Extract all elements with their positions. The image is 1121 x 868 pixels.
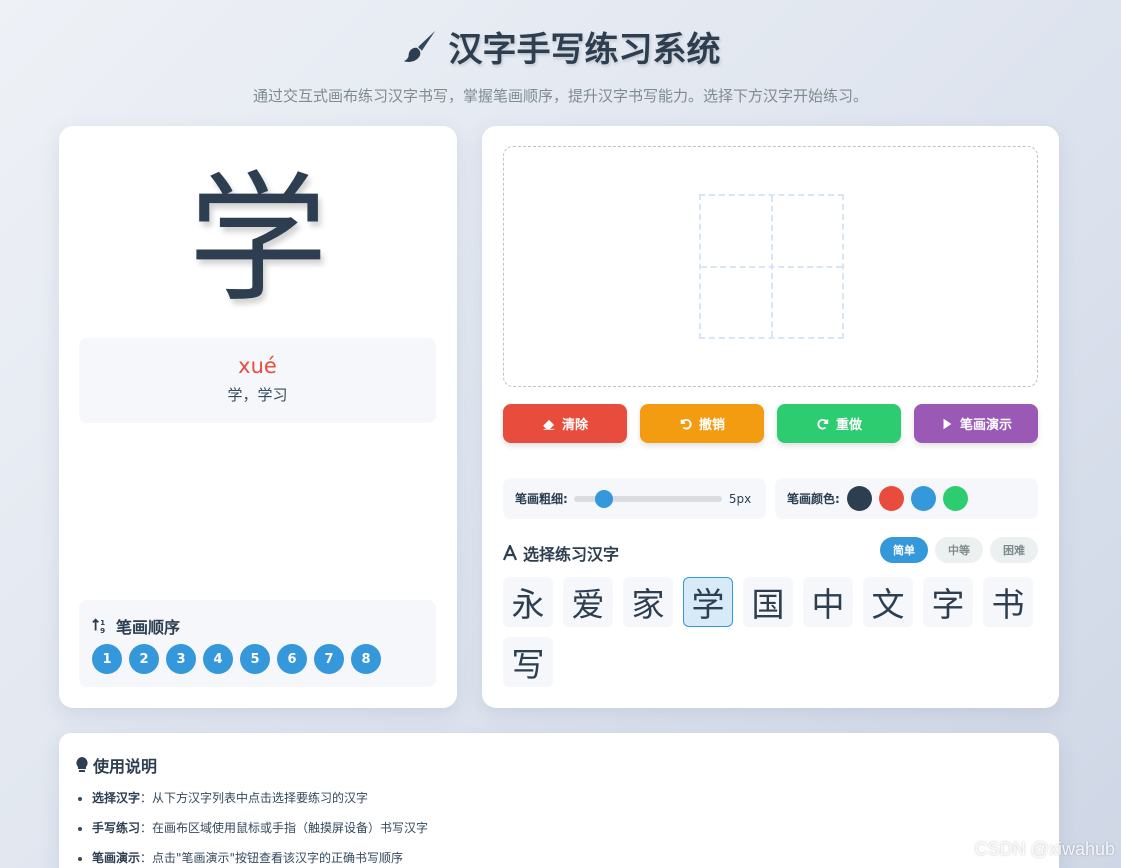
subtitle: 通过交互式画布练习汉字书写，掌握笔画顺序，提升汉字书写能力。选择下方汉字开始练习… (252, 87, 868, 105)
guide-item: 手写练习：在画布区域使用鼠标或手指（触摸屏设备）书写汉字 (92, 821, 428, 836)
character-option[interactable]: 永 (503, 577, 553, 627)
character-display-panel: 学 xué 学，学习 1 9 笔画顺序 12345678 (59, 126, 457, 708)
brush-icon (403, 30, 435, 62)
stroke-number[interactable]: 7 (314, 644, 344, 674)
stroke-number[interactable]: 1 (92, 644, 122, 674)
color-swatches (840, 486, 968, 511)
pinyin: xué (238, 354, 277, 378)
redo-label: 重做 (835, 418, 862, 433)
redo-button[interactable]: 重做 (777, 404, 901, 443)
action-buttons: 清除 撤销 重做 笔画演示 (503, 404, 1038, 443)
slider-thumb[interactable] (594, 489, 613, 508)
guide-item: 笔画演示：点击"笔画演示"按钮查看该汉字的正确书写顺序 (92, 851, 428, 866)
guide-item-text: ：在画布区域使用鼠标或手指（触摸屏设备）书写汉字 (140, 821, 429, 835)
undo-icon (680, 418, 692, 429)
eraser-icon (543, 419, 555, 430)
watermark: CSDN @xiwahub (974, 839, 1115, 859)
undo-label: 撤销 (698, 418, 725, 433)
stroke-number[interactable]: 8 (351, 644, 381, 674)
character-option[interactable]: 书 (983, 577, 1033, 627)
clear-button[interactable]: 清除 (503, 404, 627, 443)
character-selector-heading: 选择练习汉字 (503, 541, 619, 565)
clear-label: 清除 (561, 418, 588, 433)
level-button[interactable]: 困难 (990, 537, 1038, 563)
character-list: 永爱家学国中文字书写 (503, 577, 1043, 687)
play-icon (943, 418, 952, 429)
color-swatch[interactable] (878, 486, 904, 511)
stroke-order-title: 笔画顺序 (116, 618, 181, 637)
thickness-setting: 笔画粗细: 5px (503, 478, 766, 519)
character-option[interactable]: 字 (923, 577, 973, 627)
practice-panel: 清除 撤销 重做 笔画演示 笔画粗细: 5px 笔画颜色: 选择练习汉字 简单 … (482, 126, 1059, 708)
title-text: 汉字手写练习系统 (448, 30, 721, 70)
brush-settings: 笔画粗细: 5px 笔画颜色: (503, 478, 1038, 519)
thickness-value: 5px (728, 491, 752, 506)
guide-item-label: 手写练习 (92, 821, 141, 835)
character-option[interactable]: 爱 (563, 577, 613, 627)
undo-button[interactable]: 撤销 (640, 404, 764, 443)
color-swatch[interactable] (846, 486, 872, 511)
level-button[interactable]: 中等 (935, 537, 983, 563)
color-swatch[interactable] (910, 486, 936, 511)
color-label: 笔画颜色: (787, 492, 840, 506)
selector-title: 选择练习汉字 (523, 545, 620, 564)
stroke-number[interactable]: 6 (277, 644, 307, 674)
color-swatch[interactable] (942, 486, 968, 511)
sort-numeric-icon: 1 9 (92, 618, 105, 635)
meaning: 学，学习 (227, 386, 288, 404)
demo-label: 笔画演示 (959, 418, 1012, 433)
svg-text:9: 9 (100, 626, 105, 635)
character-option[interactable]: 写 (503, 637, 553, 687)
guide-list: 选择汉字：从下方汉字列表中点击选择要练习的汉字手写练习：在画布区域使用鼠标或手指… (92, 791, 428, 868)
writing-canvas[interactable] (503, 146, 1038, 387)
character-option[interactable]: 国 (743, 577, 793, 627)
guide-item-label: 笔画演示 (92, 851, 141, 865)
guide-item-text: ：从下方汉字列表中点击选择要练习的汉字 (140, 791, 369, 805)
character-option[interactable]: 文 (863, 577, 913, 627)
header: 汉字手写练习系统 通过交互式画布练习汉字书写，掌握笔画顺序，提升汉字书写能力。选… (0, 22, 1121, 106)
level-button[interactable]: 简单 (880, 537, 928, 563)
stroke-order-heading: 1 9 笔画顺序 (92, 614, 180, 638)
difficulty-levels: 简单 中等 困难 (880, 537, 1038, 563)
guide-title: 使用说明 (93, 757, 158, 776)
tianzige-grid (699, 194, 844, 339)
color-setting: 笔画颜色: (775, 478, 1038, 519)
character-option[interactable]: 中 (803, 577, 853, 627)
thickness-label: 笔画粗细: (515, 492, 568, 506)
lightbulb-icon (76, 757, 88, 772)
guide-item: 选择汉字：从下方汉字列表中点击选择要练习的汉字 (92, 791, 428, 806)
guide-heading: 使用说明 (75, 753, 157, 777)
font-icon (503, 545, 517, 561)
stroke-number[interactable]: 2 (129, 644, 159, 674)
character-option[interactable]: 家 (623, 577, 673, 627)
stroke-number[interactable]: 4 (203, 644, 233, 674)
stroke-number[interactable]: 5 (240, 644, 270, 674)
stroke-number[interactable]: 3 (166, 644, 196, 674)
redo-icon (817, 418, 829, 429)
current-character: 学 (187, 159, 328, 322)
guide-item-text: ：点击"笔画演示"按钮查看该汉字的正确书写顺序 (140, 851, 404, 865)
thickness-slider[interactable] (573, 489, 722, 508)
usage-guide: 使用说明 选择汉字：从下方汉字列表中点击选择要练习的汉字手写练习：在画布区域使用… (59, 733, 1059, 868)
stroke-demo-button[interactable]: 笔画演示 (914, 404, 1038, 443)
stroke-order-box: 1 9 笔画顺序 12345678 (79, 600, 436, 687)
pinyin-box: xué 学，学习 (79, 338, 436, 423)
page-title: 汉字手写练习系统 (401, 22, 721, 71)
stroke-number-list: 12345678 (92, 644, 381, 674)
guide-item-label: 选择汉字 (92, 791, 141, 805)
character-option[interactable]: 学 (683, 577, 733, 627)
